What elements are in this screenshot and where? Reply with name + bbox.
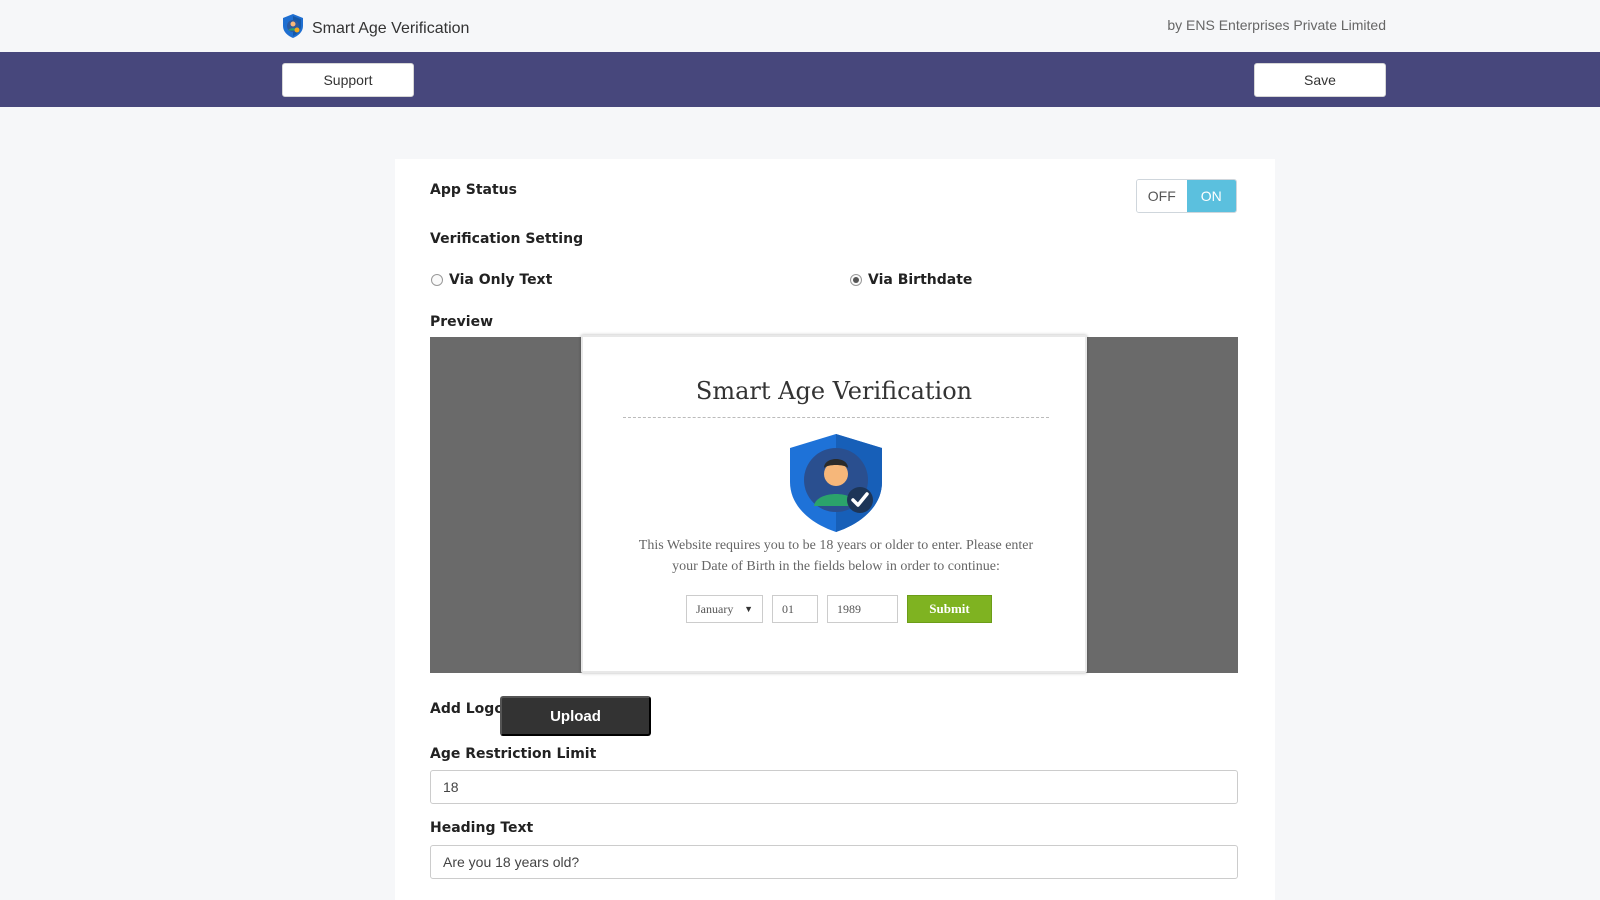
age-restriction-label: Age Restriction Limit [430, 746, 597, 762]
radio-via-birthdate[interactable]: Via Birthdate [850, 272, 972, 288]
month-select[interactable]: January ▼ [686, 595, 763, 623]
support-button[interactable]: Support [282, 63, 414, 97]
heading-text-input[interactable]: Are you 18 years old? [430, 845, 1238, 879]
preview-area: Smart Age Verification This Website requ… [430, 335, 1238, 673]
toggle-off-option[interactable]: OFF [1137, 180, 1187, 212]
byline: by ENS Enterprises Private Limited [1167, 17, 1386, 33]
settings-card: App Status OFF ON Verification Setting V… [395, 159, 1275, 900]
add-logo-label: Add Logo [430, 701, 504, 717]
radio-button[interactable] [431, 274, 443, 286]
brand: Smart Age Verification [282, 13, 469, 44]
upload-button[interactable]: Upload [500, 696, 651, 736]
app-title: Smart Age Verification [312, 19, 470, 37]
radio-label: Via Only Text [449, 272, 553, 288]
app-status-label: App Status [430, 182, 517, 198]
age-restriction-input[interactable]: 18 [430, 770, 1238, 804]
toggle-on-option[interactable]: ON [1186, 180, 1236, 212]
day-input[interactable]: 01 [772, 595, 818, 623]
top-bar: Smart Age Verification by ENS Enterprise… [0, 0, 1600, 52]
dob-row: January ▼ 01 1989 Submit [686, 595, 992, 623]
verification-setting-label: Verification Setting [430, 231, 584, 247]
divider [623, 417, 1049, 418]
heading-text-label: Heading Text [430, 820, 534, 836]
shield-icon [282, 13, 304, 44]
preview-label: Preview [430, 314, 494, 330]
modal-description: This Website requires you to be 18 years… [638, 538, 1034, 574]
caret-down-icon: ▼ [744, 604, 753, 614]
app-status-toggle[interactable]: OFF ON [1136, 179, 1237, 213]
save-button[interactable]: Save [1254, 63, 1386, 97]
preview-modal: Smart Age Verification This Website requ… [581, 335, 1087, 673]
radio-via-only-text[interactable]: Via Only Text [431, 272, 552, 288]
verified-user-shield-icon [788, 432, 884, 539]
modal-title: Smart Age Verification [695, 377, 973, 405]
year-input[interactable]: 1989 [827, 595, 898, 623]
submit-button[interactable]: Submit [907, 595, 992, 623]
radio-button[interactable] [850, 274, 862, 286]
nav-bar: Support Save [0, 52, 1600, 107]
radio-label: Via Birthdate [868, 272, 973, 288]
month-value: January [696, 601, 734, 616]
